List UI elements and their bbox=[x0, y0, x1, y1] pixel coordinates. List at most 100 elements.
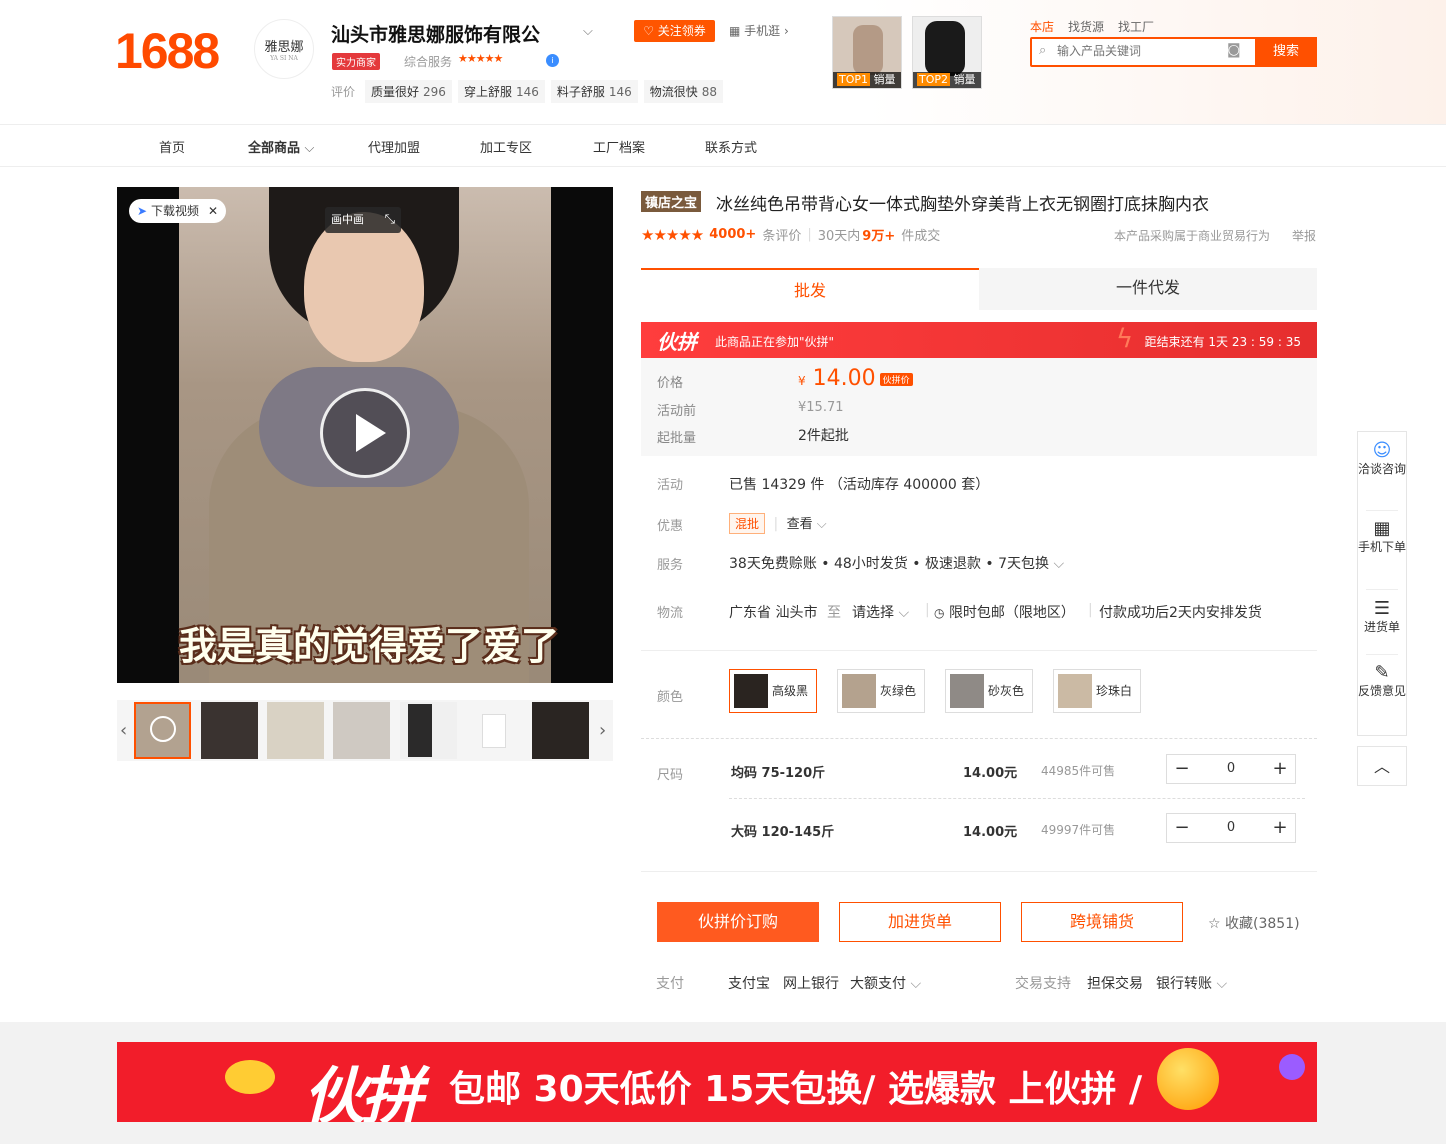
add-to-cart-button[interactable]: 加进货单 bbox=[839, 902, 1001, 942]
review-tag-count: 296 bbox=[423, 85, 446, 99]
mobile-label: 手机逛 bbox=[744, 24, 781, 38]
camera-icon[interactable]: ◙ bbox=[1227, 42, 1241, 58]
thumbnail[interactable] bbox=[201, 702, 258, 759]
tab-wholesale[interactable]: 批发 bbox=[641, 268, 979, 310]
report-link[interactable]: 举报 bbox=[1292, 227, 1316, 244]
sidebar-cart[interactable]: ☰ 进货单 bbox=[1358, 600, 1406, 636]
review-tag-name: 质量很好 bbox=[371, 85, 420, 99]
top-product-image bbox=[925, 21, 965, 76]
color-option[interactable]: 砂灰色 bbox=[945, 669, 1033, 713]
trade-method-dropdown[interactable]: 银行转账 ⌵ bbox=[1156, 973, 1227, 993]
thumb-prev-icon[interactable]: ‹ bbox=[120, 720, 127, 741]
min-order-label: 起批量 bbox=[657, 431, 697, 446]
shop-menu: 首页 全部商品 ⌵ 代理加盟 加工专区 工厂档案 联系方式 bbox=[0, 125, 1446, 167]
thumbnail[interactable] bbox=[532, 702, 589, 759]
quantity-value[interactable]: 0 bbox=[1197, 814, 1265, 842]
menu-contact[interactable]: 联系方式 bbox=[705, 137, 757, 156]
thumbnail[interactable] bbox=[466, 702, 523, 759]
tab-dropship[interactable]: 一件代发 bbox=[979, 268, 1317, 310]
payment-method-dropdown[interactable]: 大额支付 ⌵ bbox=[850, 973, 921, 993]
minus-icon[interactable]: − bbox=[1167, 755, 1197, 783]
discount-view[interactable]: 查看 ⌵ bbox=[787, 517, 827, 532]
play-icon bbox=[150, 716, 176, 742]
rating-stars-icon: ★★★★★ bbox=[641, 225, 704, 244]
cross-border-button[interactable]: 跨境铺货 bbox=[1021, 902, 1183, 942]
sidebar-cart-label: 进货单 bbox=[1363, 620, 1400, 634]
shop-logo[interactable]: 雅思娜 YA SI NA bbox=[254, 19, 314, 79]
back-to-top-button[interactable]: ︿ bbox=[1357, 746, 1407, 786]
shop-name[interactable]: 汕头市雅思娜服饰有限公 bbox=[331, 20, 540, 47]
top-product-1[interactable]: TOP1 销量 bbox=[832, 16, 902, 89]
quantity-stepper: − 0 + bbox=[1166, 813, 1296, 843]
review-tag-name: 物流很快 bbox=[649, 85, 698, 99]
group-buy-order-button[interactable]: 伙拼价订购 bbox=[657, 902, 819, 942]
color-option[interactable]: 高级黑 bbox=[729, 669, 817, 713]
menu-agent[interactable]: 代理加盟 bbox=[368, 137, 420, 156]
search-input[interactable] bbox=[1057, 44, 1227, 58]
payment-method: 大额支付 bbox=[850, 976, 906, 992]
chevron-down-icon: ⌵ bbox=[910, 976, 922, 992]
thumbnail[interactable] bbox=[134, 702, 191, 759]
menu-factory[interactable]: 工厂档案 bbox=[593, 137, 645, 156]
color-name: 砂灰色 bbox=[988, 684, 1025, 698]
price-value: 14.00 bbox=[812, 366, 876, 391]
review-tag[interactable]: 物流很快 88 bbox=[643, 80, 724, 103]
menu-all-products-label: 全部商品 bbox=[248, 141, 301, 156]
thumbnail-strip: ‹ › bbox=[117, 700, 613, 761]
follow-coupon-button[interactable]: ♡ 关注领券 bbox=[634, 20, 715, 42]
before-price: ¥15.71 bbox=[798, 400, 844, 415]
download-video-button[interactable]: ➤ 下载视频 ✕ bbox=[129, 199, 226, 223]
top-text: 销量 bbox=[953, 73, 976, 86]
review-tag[interactable]: 穿上舒服 146 bbox=[457, 80, 545, 103]
divider: | bbox=[807, 227, 812, 242]
search-tab-source[interactable]: 找货源 bbox=[1068, 18, 1104, 35]
review-count[interactable]: 4000+ bbox=[709, 227, 756, 242]
search-button[interactable]: 搜索 bbox=[1255, 37, 1317, 67]
thumbnail[interactable] bbox=[400, 702, 457, 759]
sidebar-feedback[interactable]: ✎ 反馈意见 bbox=[1358, 664, 1406, 700]
mobile-browse-button[interactable]: ▦ 手机逛 › bbox=[729, 20, 797, 42]
minus-icon[interactable]: − bbox=[1167, 814, 1197, 842]
download-video-label: 下载视频 bbox=[151, 204, 200, 218]
price: ¥ 14.00 伙拼价 bbox=[798, 366, 913, 391]
discount-view-label: 查看 bbox=[786, 517, 813, 532]
review-tag[interactable]: 质量很好 296 bbox=[365, 80, 452, 103]
quantity-value[interactable]: 0 bbox=[1197, 755, 1265, 783]
play-icon[interactable] bbox=[320, 388, 410, 478]
plus-icon[interactable]: + bbox=[1265, 755, 1295, 783]
menu-processing[interactable]: 加工专区 bbox=[480, 137, 532, 156]
menu-home[interactable]: 首页 bbox=[159, 137, 185, 156]
search-tab-shop[interactable]: 本店 bbox=[1030, 18, 1054, 35]
group-buy-promo-banner[interactable]: 伙拼 包邮 30天低价 15天包换/ 选爆款 上伙拼 / bbox=[117, 1042, 1317, 1122]
color-option[interactable]: 珍珠白 bbox=[1053, 669, 1141, 713]
review-tag[interactable]: 料子舒服 146 bbox=[550, 80, 638, 103]
thumbnail[interactable] bbox=[267, 702, 324, 759]
chevron-down-icon[interactable]: ⌵ bbox=[583, 24, 593, 39]
sidebar-mobile-order[interactable]: ▦ 手机下单 bbox=[1358, 520, 1406, 556]
site-logo[interactable]: 1688 bbox=[115, 22, 220, 80]
service-row[interactable]: 38天免费赊账 • 48小时发货 • 极速退款 • 7天包换 ⌵ bbox=[729, 553, 1064, 573]
review-tag-count: 146 bbox=[515, 85, 539, 99]
top-product-2[interactable]: TOP2 销量 bbox=[912, 16, 982, 89]
thumbnail[interactable] bbox=[333, 702, 390, 759]
logistics-from: 广东省 汕头市 bbox=[729, 605, 818, 621]
region-select[interactable]: 请选择 ⌵ bbox=[852, 602, 909, 622]
review-tags: 评价 质量很好 296 穿上舒服 146 料子舒服 146 物流很快 88 bbox=[331, 80, 724, 103]
sidebar-chat[interactable]: ☺ 洽谈咨询 bbox=[1358, 442, 1406, 478]
favorite-button[interactable]: ☆ 收藏(3851) bbox=[1208, 913, 1300, 933]
color-swatch bbox=[950, 674, 984, 708]
pip-button[interactable]: 画中画 ⤡ bbox=[325, 207, 401, 233]
thumb-next-icon[interactable]: › bbox=[599, 720, 606, 741]
main-video[interactable]: 我是真的觉得爱了爱了 bbox=[117, 187, 613, 683]
star-outline-icon: ☆ bbox=[1208, 916, 1221, 932]
close-icon[interactable]: ✕ bbox=[208, 199, 218, 223]
search-tab-factory[interactable]: 找工厂 bbox=[1118, 18, 1154, 35]
floating-sidebar: ☺ 洽谈咨询 ▦ 手机下单 ☰ 进货单 ✎ 反馈意见 bbox=[1357, 431, 1407, 736]
price-tag: 伙拼价 bbox=[879, 372, 913, 386]
trade-method: 担保交易 bbox=[1087, 976, 1143, 992]
plus-icon[interactable]: + bbox=[1265, 814, 1295, 842]
color-option[interactable]: 灰绿色 bbox=[837, 669, 925, 713]
menu-all-products[interactable]: 全部商品 ⌵ bbox=[248, 137, 314, 156]
group-buy-text: 此商品正在参加"伙拼" bbox=[715, 335, 835, 349]
clock-icon: ◷ bbox=[934, 606, 945, 620]
